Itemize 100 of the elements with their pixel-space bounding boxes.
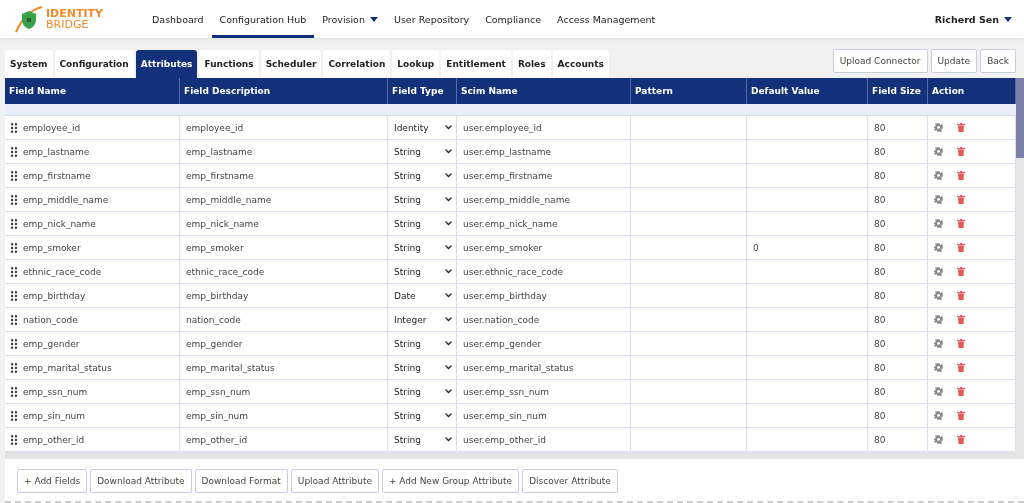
table-cell: employee_id	[180, 116, 388, 140]
field-name: emp_sin_num	[23, 410, 86, 421]
settings-icon[interactable]	[934, 243, 943, 252]
table-cell: user.emp_middle_name	[457, 188, 631, 212]
delete-icon[interactable]	[957, 219, 965, 228]
action-button[interactable]: Upload Attribute	[290, 469, 379, 493]
table-cell: 0	[747, 236, 868, 260]
nav-item[interactable]: Access Management	[549, 0, 664, 38]
settings-icon[interactable]	[934, 387, 943, 396]
tab[interactable]: Entitlement	[441, 50, 511, 78]
action-button[interactable]: + Add New Group Attribute	[381, 469, 520, 493]
table-cell: emp_ssn_num	[180, 380, 388, 404]
settings-icon[interactable]	[934, 291, 943, 300]
delete-icon[interactable]	[957, 363, 965, 372]
nav-item[interactable]: User Repository	[385, 0, 478, 38]
drag-handle-icon[interactable]	[11, 146, 17, 157]
delete-icon[interactable]	[957, 243, 965, 252]
settings-icon[interactable]	[934, 219, 943, 228]
delete-icon[interactable]	[957, 195, 965, 204]
action-button[interactable]: Download Attribute	[90, 469, 192, 493]
settings-icon[interactable]	[934, 123, 943, 132]
delete-icon[interactable]	[957, 267, 965, 276]
field-name: nation_code	[23, 314, 78, 325]
drag-handle-icon[interactable]	[11, 170, 17, 181]
type-select[interactable]: Date	[388, 284, 457, 308]
tab[interactable]: Attributes	[135, 50, 198, 78]
settings-icon[interactable]	[934, 435, 943, 444]
delete-icon[interactable]	[957, 291, 965, 300]
settings-icon[interactable]	[934, 411, 943, 420]
delete-icon[interactable]	[957, 387, 965, 396]
user-menu[interactable]: Richerd Sen	[934, 0, 1012, 38]
type-select[interactable]: String	[388, 404, 457, 428]
settings-icon[interactable]	[934, 171, 943, 180]
table-cell: user.ethnic_race_code	[457, 260, 631, 284]
tab[interactable]: Scheduler	[260, 50, 322, 78]
chevron-icon	[445, 413, 452, 418]
type-select[interactable]: String	[388, 356, 457, 380]
nav-item[interactable]: Compliance	[477, 0, 550, 38]
horizontal-scrollbar[interactable]	[5, 452, 1016, 459]
type-select[interactable]: String	[388, 380, 457, 404]
drag-handle-icon[interactable]	[11, 338, 17, 349]
settings-icon[interactable]	[934, 147, 943, 156]
type-select[interactable]: String	[388, 188, 457, 212]
table-cell: user.emp_marital_status	[457, 356, 631, 380]
tab[interactable]: Functions	[199, 50, 259, 78]
action-button[interactable]: + Add Fields	[17, 469, 88, 493]
drag-handle-icon[interactable]	[11, 218, 17, 229]
type-select[interactable]: String	[388, 260, 457, 284]
chevron-icon	[445, 149, 452, 154]
tab[interactable]: System	[5, 50, 53, 78]
type-select[interactable]: String	[388, 164, 457, 188]
delete-icon[interactable]	[957, 171, 965, 180]
drag-handle-icon[interactable]	[11, 266, 17, 277]
settings-icon[interactable]	[934, 195, 943, 204]
drag-handle-icon[interactable]	[11, 434, 17, 445]
nav-item[interactable]: Provision	[314, 0, 386, 38]
action-button[interactable]: Download Format	[194, 469, 288, 493]
field-name: emp_lastname	[23, 146, 90, 157]
delete-icon[interactable]	[957, 435, 965, 444]
toolbar-button[interactable]: Back	[980, 49, 1016, 73]
toolbar-button[interactable]: Upload Connector	[832, 49, 928, 73]
type-select[interactable]: Identity	[388, 116, 457, 140]
drag-handle-icon[interactable]	[11, 194, 17, 205]
delete-icon[interactable]	[957, 123, 965, 132]
field-name: emp_gender	[23, 338, 80, 349]
table-cell: 80	[868, 356, 928, 380]
chevron-icon	[445, 269, 452, 274]
tab[interactable]: Roles	[512, 50, 551, 78]
toolbar-button[interactable]: Update	[930, 49, 978, 73]
delete-icon[interactable]	[957, 411, 965, 420]
delete-icon[interactable]	[957, 147, 965, 156]
drag-handle-icon[interactable]	[11, 410, 17, 421]
settings-icon[interactable]	[934, 363, 943, 372]
settings-icon[interactable]	[934, 339, 943, 348]
type-select[interactable]: String	[388, 332, 457, 356]
settings-icon[interactable]	[934, 267, 943, 276]
logo-text: IDENTITY	[46, 8, 103, 19]
tab[interactable]: Accounts	[552, 50, 609, 78]
table-cell: user.emp_nick_name	[457, 212, 631, 236]
delete-icon[interactable]	[957, 339, 965, 348]
drag-handle-icon[interactable]	[11, 290, 17, 301]
tab[interactable]: Configuration	[54, 50, 134, 78]
delete-icon[interactable]	[957, 315, 965, 324]
drag-handle-icon[interactable]	[11, 362, 17, 373]
type-select[interactable]: String	[388, 212, 457, 236]
drag-handle-icon[interactable]	[11, 386, 17, 397]
type-select[interactable]: Integer	[388, 308, 457, 332]
action-button[interactable]: Discover Attribute	[522, 469, 618, 493]
nav-item[interactable]: Dashboard	[144, 0, 212, 38]
tab[interactable]: Lookup	[392, 50, 440, 78]
tab[interactable]: Correlation	[323, 50, 391, 78]
drag-handle-icon[interactable]	[11, 122, 17, 133]
drag-handle-icon[interactable]	[11, 242, 17, 253]
nav-item[interactable]: Configuration Hub	[211, 0, 315, 38]
settings-icon[interactable]	[934, 315, 943, 324]
scrollbar-thumb[interactable]	[1016, 78, 1024, 158]
type-select[interactable]: String	[388, 236, 457, 260]
type-select[interactable]: String	[388, 140, 457, 164]
drag-handle-icon[interactable]	[11, 314, 17, 325]
table-cell: 80	[868, 284, 928, 308]
